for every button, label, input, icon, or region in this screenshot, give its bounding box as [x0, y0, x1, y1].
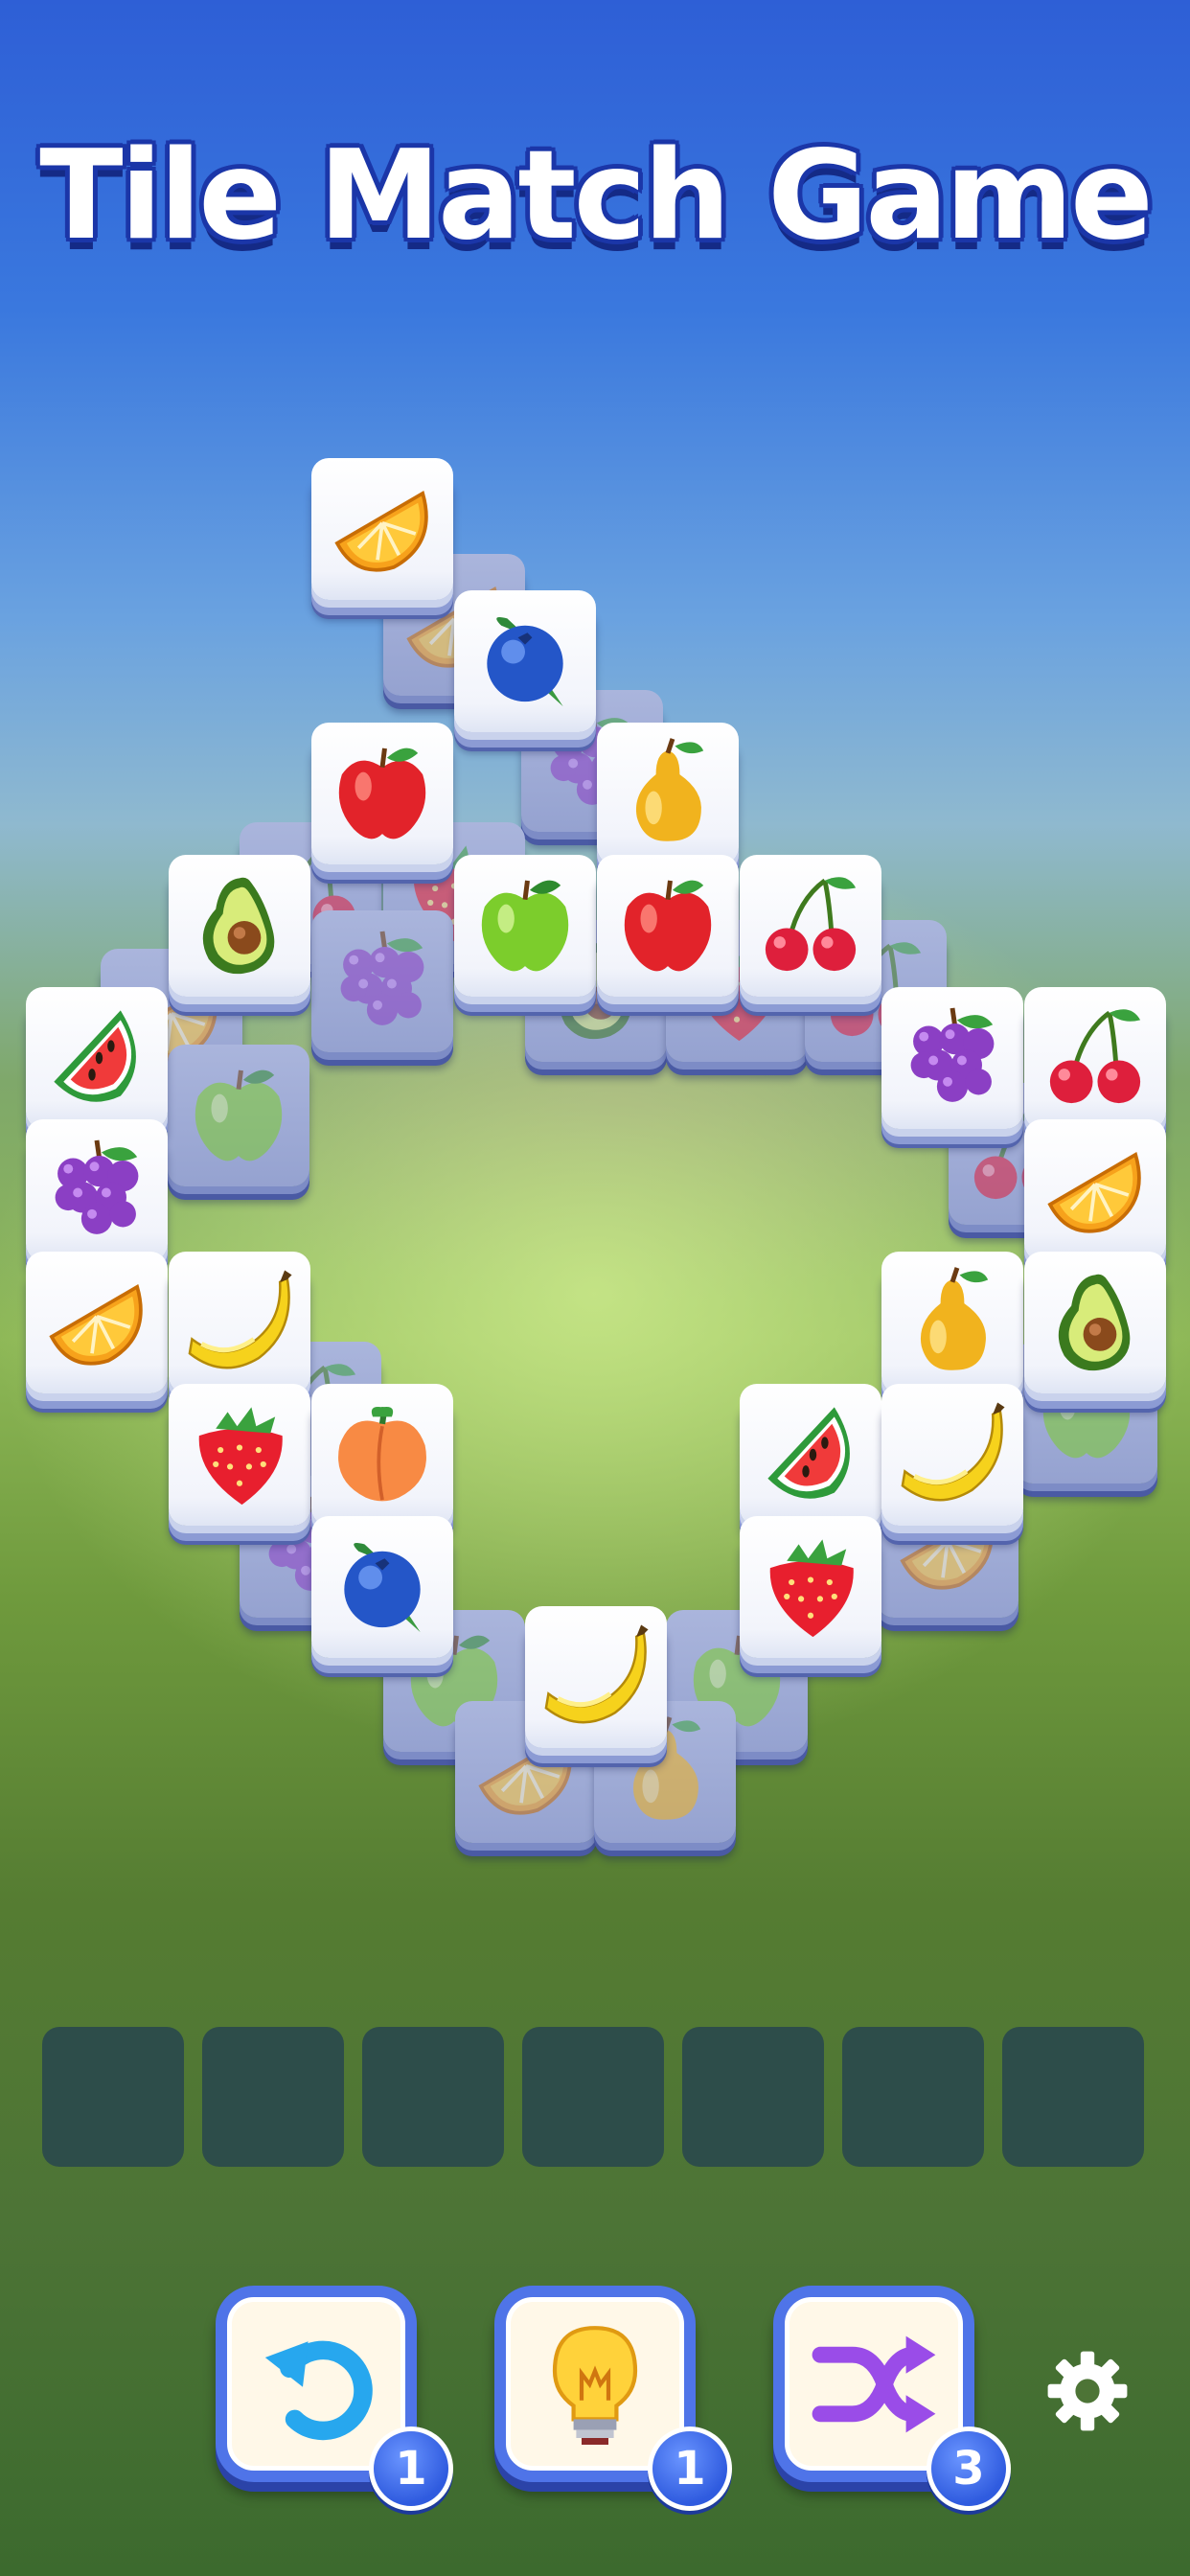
tile-apple-red[interactable] — [311, 723, 453, 864]
tile-avocado[interactable] — [169, 855, 310, 997]
tile-watermelon[interactable] — [26, 987, 168, 1129]
orange-icon — [1036, 1131, 1155, 1250]
cherry-icon — [751, 866, 870, 985]
apple-green-icon — [466, 866, 584, 985]
tile-cherry[interactable] — [1024, 987, 1166, 1129]
grapes-icon — [37, 1131, 156, 1250]
tile-under — [168, 1045, 309, 1186]
tray-slot — [202, 2027, 344, 2167]
strawberry-icon — [180, 1395, 299, 1514]
tile-blueberry[interactable] — [454, 590, 596, 732]
lightbulb-icon — [528, 2317, 662, 2451]
shuffle-count-badge: 3 — [927, 2426, 1011, 2511]
tile-strawberry[interactable] — [169, 1384, 310, 1526]
tile-grapes[interactable] — [26, 1119, 168, 1261]
tile-apple-green[interactable] — [454, 855, 596, 997]
gear-icon[interactable] — [1044, 2348, 1131, 2434]
banana-icon — [537, 1618, 655, 1736]
pear-icon — [608, 734, 727, 853]
banana-icon — [893, 1395, 1012, 1514]
cherry-icon — [1036, 999, 1155, 1117]
avocado-icon — [180, 866, 299, 985]
blueberry-icon — [323, 1528, 442, 1646]
apple-red-icon — [323, 734, 442, 853]
tray-slot — [1002, 2027, 1144, 2167]
tile-watermelon[interactable] — [740, 1384, 881, 1526]
tile-blueberry[interactable] — [311, 1516, 453, 1658]
shuffle-icon — [807, 2317, 941, 2451]
orange-icon — [323, 470, 442, 588]
tray-slot — [362, 2027, 504, 2167]
watermelon-icon — [751, 1395, 870, 1514]
tile-orange[interactable] — [311, 458, 453, 600]
pear-icon — [893, 1263, 1012, 1382]
watermelon-icon — [37, 999, 156, 1117]
avocado-icon — [1036, 1263, 1155, 1382]
tray-slot — [42, 2027, 184, 2167]
tile-orange[interactable] — [26, 1252, 168, 1393]
tile-under — [311, 910, 453, 1052]
tile-peach[interactable] — [311, 1384, 453, 1526]
grapes-icon — [893, 999, 1012, 1117]
tile-pear[interactable] — [881, 1252, 1023, 1393]
banana-icon — [180, 1263, 299, 1382]
tile-orange[interactable] — [1024, 1119, 1166, 1261]
tile-strawberry[interactable] — [740, 1516, 881, 1658]
tile-avocado[interactable] — [1024, 1252, 1166, 1393]
strawberry-icon — [751, 1528, 870, 1646]
tile-banana[interactable] — [525, 1606, 667, 1748]
tile-board — [0, 0, 1190, 2576]
blueberry-icon — [466, 602, 584, 721]
tile-cherry[interactable] — [740, 855, 881, 997]
tile-banana[interactable] — [881, 1384, 1023, 1526]
apple-red-icon — [608, 866, 727, 985]
tray-slot — [522, 2027, 664, 2167]
tray-slot — [682, 2027, 824, 2167]
tile-banana[interactable] — [169, 1252, 310, 1393]
tile-grapes[interactable] — [881, 987, 1023, 1129]
hint-count-badge: 1 — [648, 2426, 732, 2511]
undo-arrow-icon — [249, 2317, 383, 2451]
undo-count-badge: 1 — [369, 2426, 453, 2511]
tile-pear[interactable] — [597, 723, 739, 864]
peach-icon — [323, 1395, 442, 1514]
orange-icon — [37, 1263, 156, 1382]
tile-apple-red[interactable] — [597, 855, 739, 997]
tray-slot — [842, 2027, 984, 2167]
